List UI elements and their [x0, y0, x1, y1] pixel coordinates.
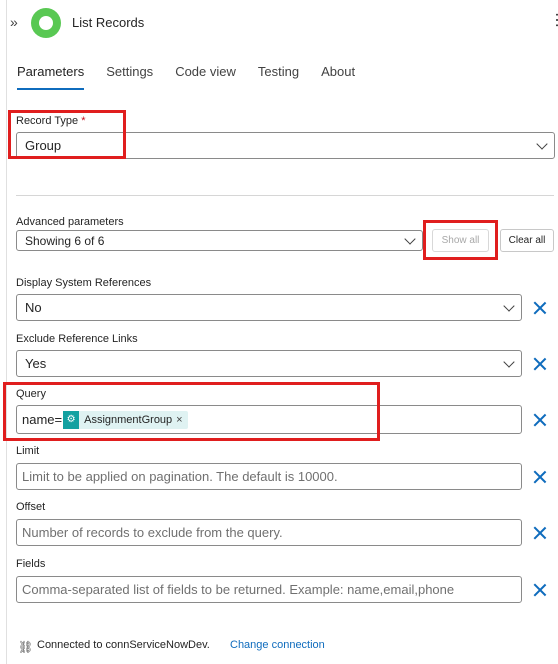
tab-testing[interactable]: Testing [258, 64, 299, 87]
display-system-references-label: Display System References [16, 277, 152, 289]
exclude-reference-links-dropdown[interactable]: Yes [16, 350, 522, 377]
section-divider [16, 195, 554, 196]
fields-placeholder: Comma-separated list of fields to be ret… [22, 582, 455, 597]
advanced-parameters-value: Showing 6 of 6 [25, 233, 105, 248]
limit-label: Limit [16, 445, 40, 457]
clear-all-button[interactable]: Clear all [500, 229, 554, 252]
offset-placeholder: Number of records to exclude from the qu… [22, 525, 283, 540]
display-system-references-value: No [25, 300, 42, 315]
chevron-down-icon [503, 299, 515, 312]
limit-input[interactable]: Limit to be applied on pagination. The d… [16, 463, 522, 490]
remove-limit-icon[interactable] [532, 469, 548, 485]
tab-parameters[interactable]: Parameters [17, 64, 85, 90]
offset-input[interactable]: Number of records to exclude from the qu… [16, 519, 522, 546]
fields-input[interactable]: Comma-separated list of fields to be ret… [16, 576, 522, 603]
fields-label: Fields [16, 558, 46, 570]
exclude-reference-links-value: Yes [25, 356, 47, 371]
offset-label: Offset [16, 501, 46, 513]
more-vertical-icon[interactable]: ⋯ [548, 12, 558, 28]
app-logo-icon [31, 8, 61, 38]
change-connection-link[interactable]: Change connection [230, 639, 325, 651]
remove-query-icon[interactable] [532, 412, 548, 428]
tab-list: Parameters Settings Code view Testing Ab… [17, 64, 377, 90]
remove-exclude-reference-links-icon[interactable] [532, 356, 548, 372]
exclude-reference-links-label: Exclude Reference Links [16, 333, 138, 345]
remove-display-system-references-icon[interactable] [532, 300, 548, 316]
limit-placeholder: Limit to be applied on pagination. The d… [22, 469, 338, 484]
chevron-down-icon [536, 137, 548, 150]
panel-title: List Records [72, 15, 145, 30]
advanced-parameters-label: Advanced parameters [16, 216, 124, 228]
remove-fields-icon[interactable] [532, 582, 548, 598]
chevron-down-icon [503, 355, 515, 368]
highlight-box-record-type [8, 110, 126, 159]
tab-code-view[interactable]: Code view [175, 64, 236, 87]
panel-left-border [6, 0, 7, 664]
double-chevron-right-icon[interactable]: » [10, 14, 18, 30]
remove-offset-icon[interactable] [532, 525, 548, 541]
tab-about[interactable]: About [321, 64, 355, 87]
chevron-down-icon [404, 232, 416, 245]
display-system-references-dropdown[interactable]: No [16, 294, 522, 321]
link-icon: ⛓ [18, 640, 34, 654]
connection-status: Connected to connServiceNowDev. [37, 639, 210, 651]
highlight-box-query [3, 382, 380, 441]
advanced-parameters-dropdown[interactable]: Showing 6 of 6 [16, 230, 423, 251]
highlight-box-show-all [423, 220, 498, 260]
tab-settings[interactable]: Settings [106, 64, 153, 87]
